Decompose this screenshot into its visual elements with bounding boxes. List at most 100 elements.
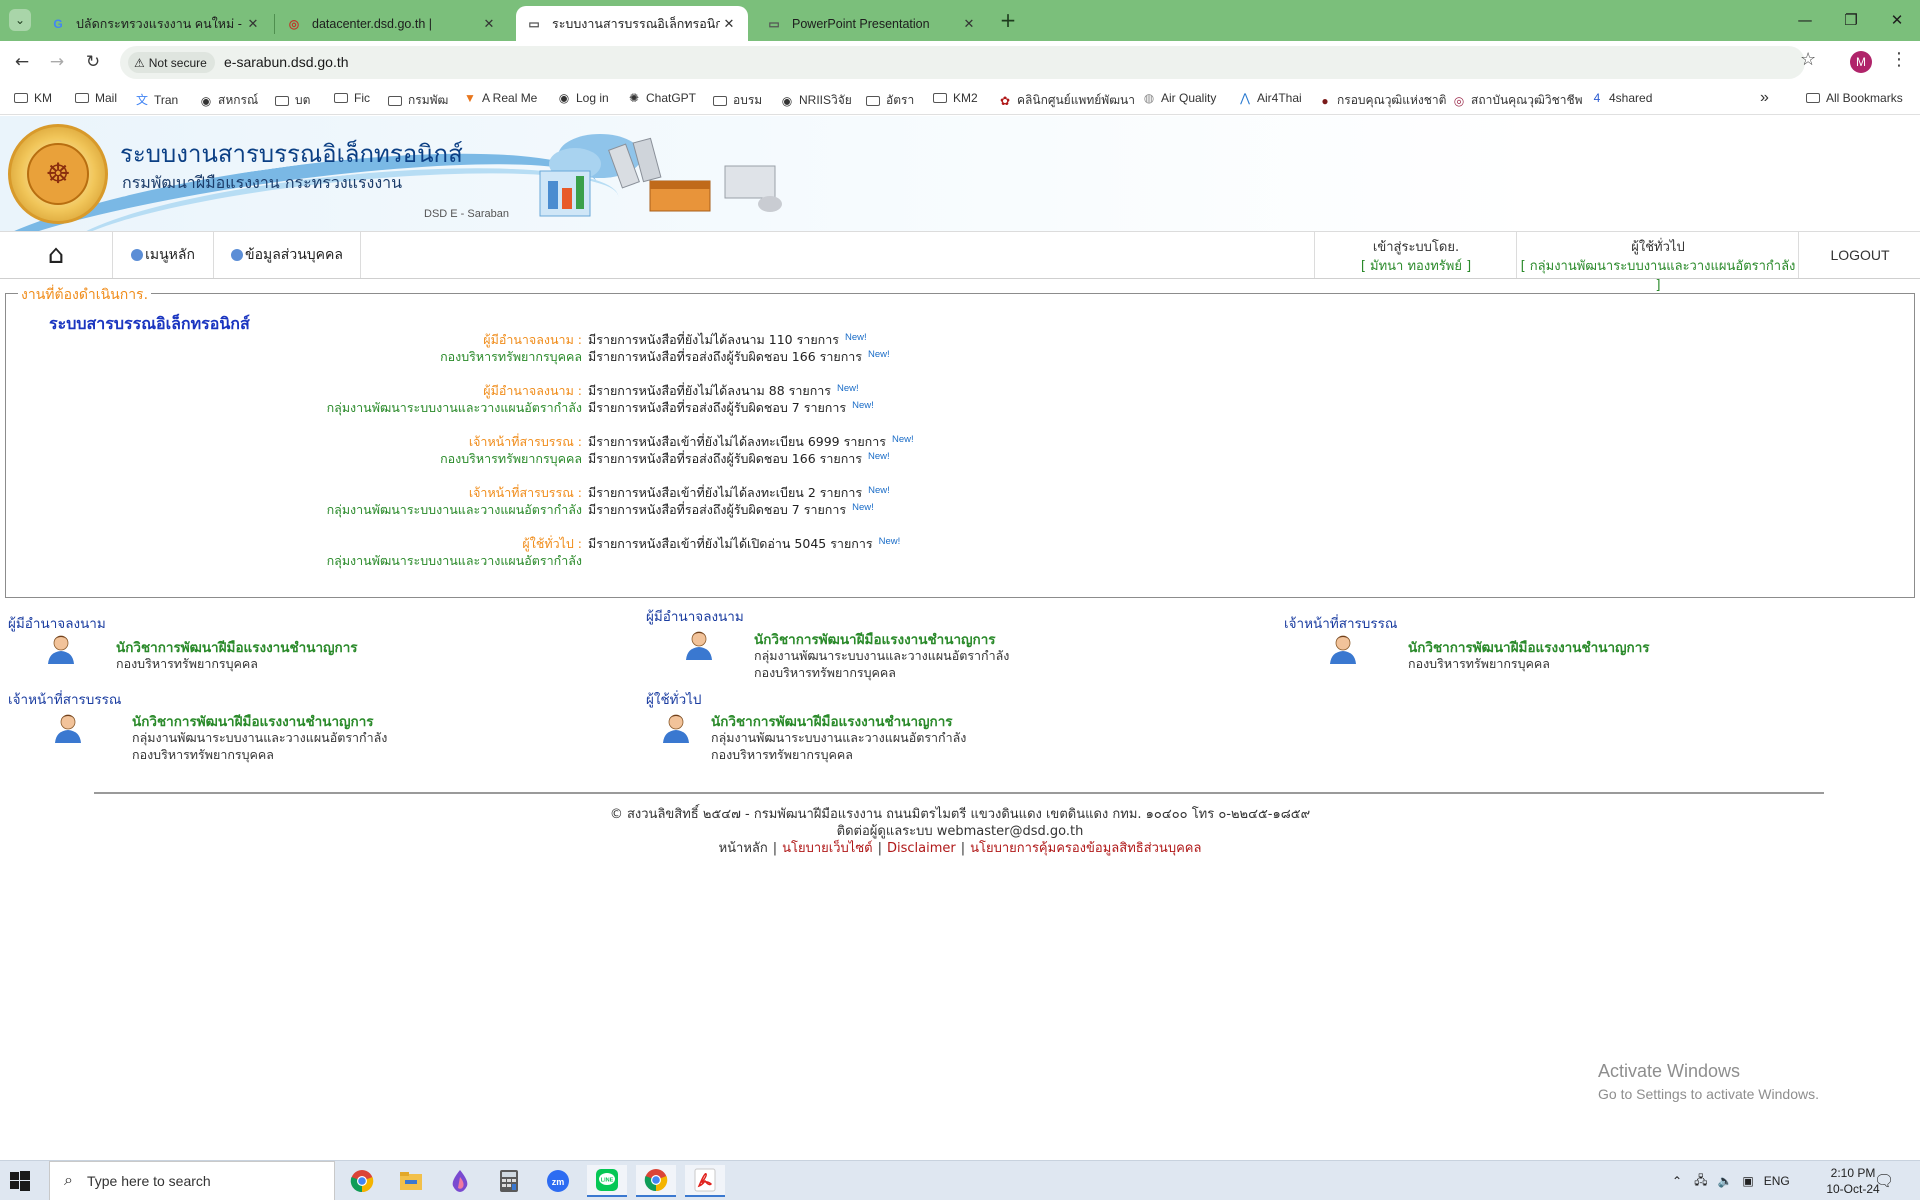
windows-start-icon[interactable] <box>10 1171 30 1191</box>
user-icon <box>131 249 144 261</box>
chevron-up-icon[interactable]: ⌃ <box>1672 1174 1682 1188</box>
task-row[interactable]: ผู้ใช้ทั่วไป : มีรายการหนังสือเข้าที่ยัง… <box>6 534 1006 551</box>
more-bookmarks-button[interactable]: » <box>1760 89 1769 107</box>
task-row[interactable]: เจ้าหน้าที่สารบรรณ : มีรายการหนังสือเข้า… <box>6 432 1006 449</box>
forward-icon[interactable]: → <box>44 49 70 75</box>
footer-link-privacy[interactable]: นโยบายการคุ้มครองข้อมูลสิทธิส่วนบุคคล <box>970 841 1201 856</box>
task-row[interactable]: กลุ่มงานพัฒนาระบบงานและวางแผนอัตรากำลัง <box>6 551 1006 568</box>
bookmark-item[interactable]: KM2 <box>933 91 978 105</box>
minimize-icon[interactable]: — <box>1790 8 1820 32</box>
clinic-icon: ✿ <box>999 93 1011 108</box>
more-menu-icon[interactable]: ⋮ <box>1890 49 1908 70</box>
zoom-icon[interactable]: zm <box>538 1165 578 1197</box>
close-icon[interactable]: ✕ <box>720 16 738 32</box>
tpqi-icon: ◎ <box>1453 93 1465 108</box>
reload-icon[interactable]: ↻ <box>80 49 106 75</box>
notification-center-icon[interactable]: ▣ <box>1742 1174 1753 1188</box>
paint-icon[interactable] <box>440 1165 480 1197</box>
task-row[interactable]: เจ้าหน้าที่สารบรรณ : มีรายการหนังสือเข้า… <box>6 483 1006 500</box>
bookmark-item[interactable]: อบรม <box>713 91 762 110</box>
task-row[interactable]: กองบริหารทรัพยากรบุคคล มีรายการหนังสือที… <box>6 347 1006 364</box>
bookmark-item[interactable]: ◉ สหกรณ์ <box>199 91 258 110</box>
bookmark-item[interactable]: กรมพัฒ <box>388 91 448 110</box>
all-bookmarks[interactable]: All Bookmarks <box>1806 91 1903 105</box>
tab-search-button[interactable]: ⌄ <box>9 9 31 31</box>
restore-icon[interactable]: ❐ <box>1836 8 1866 32</box>
browser-tab-esarabun[interactable]: ▭ ระบบงานสารบรรณอิเล็กทรอนิกส์ - T ✕ <box>516 6 748 41</box>
svg-text:zm: zm <box>552 1177 565 1187</box>
line-icon[interactable]: LINE <box>587 1165 627 1197</box>
action-center-icon[interactable]: 🗨 <box>1874 1161 1894 1200</box>
task-row[interactable]: กองบริหารทรัพยากรบุคคล มีรายการหนังสือที… <box>6 449 1006 466</box>
activate-subtitle: Go to Settings to activate Windows. <box>1598 1086 1819 1102</box>
site-icon: ◎ <box>288 16 300 31</box>
login-user: [ มัทนา ทองทรัพย์ ] <box>1360 259 1472 274</box>
menu-personal-button[interactable]: ข้อมูลส่วนบุคคล <box>214 232 361 278</box>
new-tab-button[interactable]: + <box>995 8 1021 34</box>
close-icon[interactable]: ✕ <box>244 16 262 32</box>
bookmark-item[interactable]: บต <box>275 91 310 110</box>
bookmark-item[interactable]: ▼ A Real Me <box>463 91 537 105</box>
close-window-icon[interactable]: ✕ <box>1882 8 1912 32</box>
bookmark-item[interactable]: ◉ NRIISวิจัย <box>780 91 852 110</box>
footer-link-home[interactable]: หน้าหลัก <box>719 841 768 856</box>
task-row[interactable]: ผู้มีอำนาจลงนาม : มีรายการหนังสือที่ยังไ… <box>6 381 1006 398</box>
tqf-icon: ● <box>1321 93 1329 108</box>
bookmark-item[interactable]: 文 Tran <box>135 91 178 108</box>
bookmark-item[interactable]: 4 4shared <box>1590 91 1653 105</box>
footer-link-policy[interactable]: นโยบายเว็บไซต์ <box>782 841 872 856</box>
tab-title: ระบบงานสารบรรณอิเล็กทรอนิกส์ - T <box>552 16 720 31</box>
home-button[interactable]: ⌂ <box>0 232 113 278</box>
role-org: กองบริหารทรัพยากรบุคคล <box>116 656 258 671</box>
bookmark-item[interactable]: ◍ Air Quality <box>1142 91 1217 105</box>
fox-icon: ▼ <box>464 91 476 105</box>
bookmark-item[interactable]: ✿ คลินิกศูนย์แพทย์พัฒนา <box>998 91 1135 110</box>
profile-avatar[interactable]: M <box>1850 51 1872 73</box>
task-text: มีรายการหนังสือเข้าที่ยังไม่ได้ลงทะเบียน… <box>588 485 863 500</box>
new-badge: New! <box>852 502 874 513</box>
task-row[interactable]: ผู้มีอำนาจลงนาม : มีรายการหนังสือที่ยังไ… <box>6 330 1006 347</box>
chrome-profile-icon[interactable] <box>636 1165 676 1197</box>
role-title: ผู้ใช้ทั่วไป <box>646 692 702 708</box>
bookmark-item[interactable]: ◎ สถาบันคุณวุฒิวิชาชีพ <box>1452 91 1583 110</box>
footer-link-disclaimer[interactable]: Disclaimer <box>887 841 956 856</box>
close-icon[interactable]: ✕ <box>960 16 978 32</box>
login-info: เข้าสู่ระบบโดย. [ มัทนา ทองทรัพย์ ] <box>1316 238 1516 276</box>
menu-main-button[interactable]: เมนูหลัก <box>113 232 214 278</box>
browser-tab-bar: ⌄ G ปลัดกระทรวงแรงงาน คนใหม่ - ค้นหาด้วย… <box>0 0 1920 41</box>
bookmark-item[interactable]: อัตรา <box>866 91 914 110</box>
folder-icon <box>334 93 348 103</box>
close-icon[interactable]: ✕ <box>480 16 498 32</box>
role-org: กองบริหารทรัพยากรบุคคล <box>754 665 896 680</box>
bookmark-item[interactable]: KM <box>14 91 52 105</box>
browser-tab-datacenter[interactable]: ◎ datacenter.dsd.go.th | ✕ <box>276 6 508 41</box>
task-text: มีรายการหนังสือที่รอส่งถึงผู้รับผิดชอบ 7… <box>588 502 847 517</box>
volume-icon[interactable]: 🔈 <box>1717 1174 1732 1188</box>
calculator-icon[interactable] <box>489 1165 529 1197</box>
bookmark-star-icon[interactable]: ☆ <box>1800 49 1816 70</box>
bookmark-item[interactable]: Fic <box>334 91 370 105</box>
logout-button[interactable]: LOGOUT <box>1800 232 1920 278</box>
tab-title: ปลัดกระทรวงแรงงาน คนใหม่ - ค้นหาด้วย Goo… <box>76 16 244 31</box>
taskbar-search[interactable]: ⌕ Type here to search <box>49 1161 335 1200</box>
back-icon[interactable]: ← <box>9 49 35 75</box>
task-row[interactable]: กลุ่มงานพัฒนาระบบงานและวางแผนอัตรากำลัง … <box>6 500 1006 517</box>
file-explorer-icon[interactable] <box>391 1165 431 1197</box>
browser-tab-google[interactable]: G ปลัดกระทรวงแรงงาน คนใหม่ - ค้นหาด้วย G… <box>40 6 272 41</box>
user-avatar-icon <box>686 631 712 660</box>
input-language[interactable]: ENG <box>1764 1174 1790 1188</box>
bookmark-item[interactable]: Mail <box>75 91 117 105</box>
acrobat-icon[interactable] <box>685 1165 725 1197</box>
task-text: มีรายการหนังสือที่รอส่งถึงผู้รับผิดชอบ 1… <box>588 451 862 466</box>
bookmark-item[interactable]: ● กรอบคุณวุฒิแห่งชาติ <box>1318 91 1446 110</box>
address-bar[interactable]: ⚠ Not secure e-sarabun.dsd.go.th <box>120 46 1805 79</box>
network-icon[interactable]: 🖧 <box>1694 1171 1707 1192</box>
chrome-icon[interactable] <box>342 1165 382 1197</box>
url-text[interactable]: e-sarabun.dsd.go.th <box>224 54 349 70</box>
task-row[interactable]: กลุ่มงานพัฒนาระบบงานและวางแผนอัตรากำลัง … <box>6 398 1006 415</box>
bookmark-item[interactable]: ◉ Log in <box>557 91 609 105</box>
bookmark-item[interactable]: ⋀ Air4Thai <box>1238 91 1302 105</box>
bookmark-item[interactable]: ✺ ChatGPT <box>627 91 696 105</box>
security-chip[interactable]: ⚠ Not secure <box>128 52 215 73</box>
browser-tab-powerpoint[interactable]: ▭ PowerPoint Presentation ✕ <box>756 6 988 41</box>
